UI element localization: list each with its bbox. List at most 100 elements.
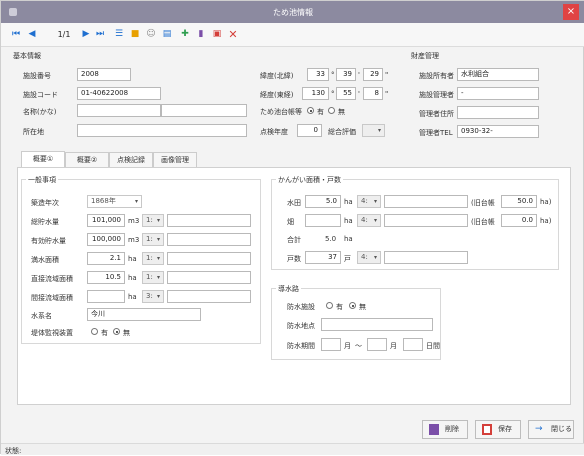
households-note-field[interactable] [384, 251, 468, 264]
paddy-note-field[interactable] [384, 195, 468, 208]
households-field[interactable]: 37 [305, 251, 341, 264]
effective-note-field[interactable] [167, 233, 251, 246]
flood-yes-radio[interactable] [326, 302, 333, 309]
user-icon[interactable]: ☺ [145, 28, 157, 41]
save-icon[interactable]: ▣ [211, 28, 223, 41]
paddy-old-unit: ha) [540, 198, 552, 206]
lat-min-field[interactable]: 39 [336, 68, 356, 81]
list-icon[interactable]: ☰ [113, 28, 125, 41]
deg-unit: ° [331, 90, 335, 98]
cancel-icon[interactable]: ✕ [227, 28, 239, 41]
save-button[interactable]: 保存 [475, 420, 521, 439]
tab-image[interactable]: 画像管理 [153, 152, 197, 167]
paddy-old-label: (旧台帳 [471, 199, 495, 207]
flood-facility-label: 防水施設 [287, 303, 315, 311]
tab-check-record[interactable]: 点検記録 [109, 152, 153, 167]
name-kana-field[interactable] [161, 104, 247, 117]
facility-code-field[interactable]: 01-40622008 [77, 87, 161, 100]
close-button[interactable]: → 閉じる [528, 420, 574, 439]
manager-field[interactable]: - [457, 87, 539, 100]
full-area-field[interactable]: 2.1 [87, 252, 125, 265]
delete-button[interactable]: 削除 [422, 420, 468, 439]
dam-no-label: 無 [123, 329, 130, 337]
check-year-field[interactable]: 0 [297, 124, 322, 137]
flood-no-radio[interactable] [349, 302, 356, 309]
prev-record-icon[interactable]: ◀ [27, 28, 37, 41]
dam-yes-radio[interactable] [91, 328, 98, 335]
trash-icon[interactable]: ▮ [195, 28, 207, 41]
indirect-basin-note-field[interactable] [167, 290, 251, 303]
total-storage-label: 総貯水量 [31, 218, 59, 226]
field-area-field[interactable] [305, 214, 341, 227]
name-field[interactable] [77, 104, 161, 117]
households-select[interactable]: 4: ▾ [357, 251, 381, 264]
close-button-label: 閉じる [551, 425, 572, 433]
lon-sec-field[interactable]: 8 [363, 87, 383, 100]
close-window-button[interactable]: × [563, 4, 579, 20]
lat-deg-field[interactable]: 33 [307, 68, 329, 81]
field-label: 畑 [287, 218, 294, 226]
folder-icon[interactable]: ■ [129, 28, 141, 41]
select-value: 1: [146, 216, 153, 224]
document-icon[interactable]: ▤ [161, 28, 173, 41]
direct-basin-note-field[interactable] [167, 271, 251, 284]
effective-select[interactable]: 1: ▾ [142, 233, 164, 246]
year-select[interactable]: 1868年 ▾ [87, 195, 142, 208]
chevron-down-icon: ▾ [134, 198, 138, 205]
effective-storage-field[interactable]: 100,000 [87, 233, 125, 246]
field-select[interactable]: 4: ▾ [357, 214, 381, 227]
total-storage-field[interactable]: 101,000 [87, 214, 125, 227]
flood-place-field[interactable] [321, 318, 433, 331]
full-area-select[interactable]: 1: ▾ [142, 252, 164, 265]
indirect-basin-select[interactable]: 3: ▾ [142, 290, 164, 303]
next-record-icon[interactable]: ▶ [81, 28, 91, 41]
direct-basin-select[interactable]: 1: ▾ [142, 271, 164, 284]
paddy-old-field[interactable]: 50.0 [501, 195, 537, 208]
owner-field[interactable]: 水利組合 [457, 68, 539, 81]
last-record-icon[interactable]: ⏭ [95, 28, 105, 41]
location-field[interactable] [77, 124, 247, 137]
field-old-unit: ha) [540, 217, 552, 225]
facility-no-field[interactable]: 2008 [77, 68, 131, 81]
first-record-icon[interactable]: ⏮ [11, 28, 21, 41]
chevron-down-icon: ▾ [156, 236, 160, 243]
chevron-down-icon: ▾ [156, 274, 160, 281]
manager-address-label: 管理者住所 [419, 110, 454, 118]
direct-basin-label: 直接流域面積 [31, 275, 73, 283]
period-days-field[interactable] [403, 338, 423, 351]
lon-deg-field[interactable]: 130 [302, 87, 329, 100]
field-note-field[interactable] [384, 214, 468, 227]
tab-overview-2[interactable]: 概要② [65, 152, 109, 167]
add-icon[interactable]: ✚ [179, 28, 191, 41]
period-end-field[interactable] [367, 338, 387, 351]
direct-basin-field[interactable]: 10.5 [87, 271, 125, 284]
flood-section-title: 導水路 [276, 284, 301, 294]
sum-label: 合計 [287, 236, 301, 244]
min-unit: ' [358, 71, 360, 79]
water-system-field[interactable]: 今川 [87, 308, 201, 321]
tab-overview-1[interactable]: 概要① [21, 151, 65, 167]
name-label: 名称(かな) [23, 108, 57, 116]
manager-tel-field[interactable]: 0930-32- [457, 125, 539, 138]
window: ため池情報 × ⏮ ◀ 1/1 ▶ ⏭ ☰ ■ ☺ ▤ ✚ ▮ ▣ ✕ 基本情報… [0, 0, 584, 455]
full-area-note-field[interactable] [167, 252, 251, 265]
lon-min-field[interactable]: 55 [336, 87, 356, 100]
field-old-field[interactable]: 0.0 [501, 214, 537, 227]
paddy-label: 水田 [287, 199, 301, 207]
dam-no-radio[interactable] [113, 328, 120, 335]
record-counter: 1/1 [57, 30, 71, 39]
full-area-unit: ha [128, 255, 137, 263]
register-no-radio[interactable] [328, 107, 335, 114]
indirect-basin-field[interactable] [87, 290, 125, 303]
period-start-field[interactable] [321, 338, 341, 351]
select-value: 4: [361, 216, 368, 224]
paddy-field[interactable]: 5.0 [305, 195, 341, 208]
total-note-field[interactable] [167, 214, 251, 227]
register-yes-radio[interactable] [307, 107, 314, 114]
manager-address-field[interactable] [457, 106, 539, 119]
eval-select[interactable]: ▾ [362, 124, 385, 137]
total-select[interactable]: 1: ▾ [142, 214, 164, 227]
lat-sec-field[interactable]: 29 [363, 68, 383, 81]
toolbar: ⏮ ◀ 1/1 ▶ ⏭ ☰ ■ ☺ ▤ ✚ ▮ ▣ ✕ [1, 23, 584, 47]
paddy-select[interactable]: 4: ▾ [357, 195, 381, 208]
